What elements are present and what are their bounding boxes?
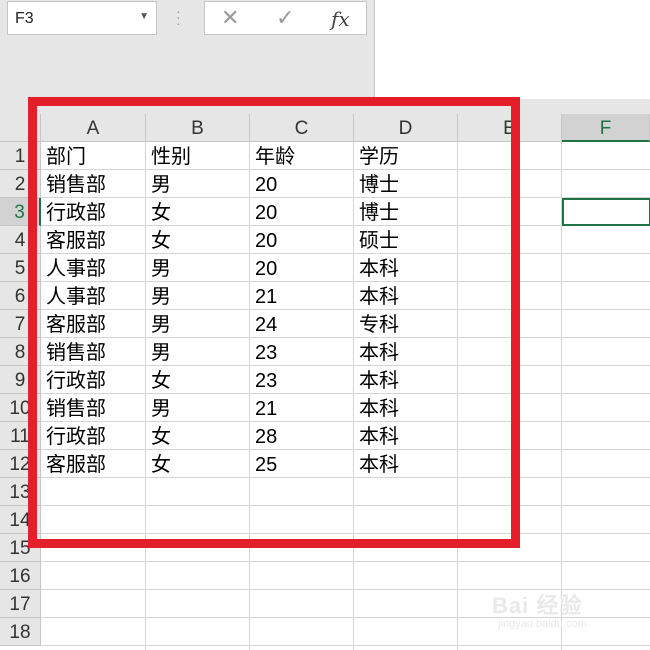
table-cell[interactable]: 20 xyxy=(250,226,354,254)
row-header-12[interactable]: 12 xyxy=(0,450,41,478)
table-cell[interactable]: 人事部 xyxy=(41,282,146,310)
cell-area[interactable]: 部门 性别 年龄 学历 销售部男 20 博士 行政部女 20 博士 客服部女 20 硕士 人事部男 20 本科… xyxy=(41,142,650,650)
enter-icon[interactable]: ✓ xyxy=(276,5,294,31)
column-header-d[interactable]: D xyxy=(354,114,458,142)
table-cell[interactable]: 客服部 xyxy=(41,310,146,338)
table-cell[interactable]: 客服部 xyxy=(41,450,146,478)
table-cell[interactable]: 本科 xyxy=(354,422,458,450)
grid-line xyxy=(41,645,650,646)
name-box-value: F3 xyxy=(15,10,34,27)
watermark-brand: Bai 经验 xyxy=(492,593,583,618)
table-cell[interactable]: 销售部 xyxy=(41,170,146,198)
table-cell[interactable]: 25 xyxy=(250,450,354,478)
column-header-f[interactable]: F xyxy=(562,114,650,142)
drag-handle-icon[interactable]: · · · xyxy=(176,4,181,30)
row-header-7[interactable]: 7 xyxy=(0,310,41,338)
watermark: Bai 经验 jingyan.baidu.com xyxy=(492,588,587,630)
row-header-3[interactable]: 3 xyxy=(0,198,41,226)
table-cell[interactable]: 本科 xyxy=(354,254,458,282)
row-header-6[interactable]: 6 xyxy=(0,282,41,310)
name-box[interactable]: F3 ▼ xyxy=(7,1,157,35)
table-cell[interactable]: 女 xyxy=(146,198,250,226)
table-cell[interactable]: 23 xyxy=(250,338,354,366)
table-cell[interactable]: 男 xyxy=(146,394,250,422)
table-cell[interactable]: 24 xyxy=(250,310,354,338)
table-cell[interactable]: 20 xyxy=(250,254,354,282)
cancel-icon[interactable]: ✕ xyxy=(221,5,239,31)
formula-buttons: ✕ ✓ fx xyxy=(204,1,367,35)
formula-bar-area: F3 ▼ · · · ✕ ✓ fx xyxy=(0,0,650,118)
select-all-button[interactable] xyxy=(0,114,41,142)
chevron-down-icon[interactable]: ▼ xyxy=(139,11,149,22)
row-header-18[interactable]: 18 xyxy=(0,618,41,646)
table-cell[interactable]: 男 xyxy=(146,310,250,338)
row-header-8[interactable]: 8 xyxy=(0,338,41,366)
table-cell[interactable]: 23 xyxy=(250,366,354,394)
row-header-5[interactable]: 5 xyxy=(0,254,41,282)
table-header-cell[interactable]: 学历 xyxy=(354,142,458,170)
insert-function-icon[interactable]: fx xyxy=(331,7,350,31)
table-cell[interactable]: 20 xyxy=(250,198,354,226)
row-header-15[interactable]: 15 xyxy=(0,534,41,562)
column-header-a[interactable]: A xyxy=(41,114,146,142)
grid-line xyxy=(41,561,650,562)
row-header-17[interactable]: 17 xyxy=(0,590,41,618)
table-cell[interactable]: 28 xyxy=(250,422,354,450)
table-header-cell[interactable]: 部门 xyxy=(41,142,146,170)
table-cell[interactable]: 硕士 xyxy=(354,226,458,254)
table-cell[interactable]: 销售部 xyxy=(41,394,146,422)
table-cell[interactable]: 博士 xyxy=(354,198,458,226)
table-cell[interactable]: 本科 xyxy=(354,338,458,366)
table-cell[interactable]: 21 xyxy=(250,394,354,422)
table-cell[interactable]: 本科 xyxy=(354,450,458,478)
spreadsheet-grid: ABCDEF 1 2 3 4 5 6 7 8 9 10 11 12 13 14 15 16 17 18 部门 性别年… xyxy=(0,114,650,650)
table-cell[interactable]: 专科 xyxy=(354,310,458,338)
row-header-9[interactable]: 9 xyxy=(0,366,41,394)
grid-line xyxy=(41,505,650,506)
table-cell[interactable]: 男 xyxy=(146,338,250,366)
row-header-14[interactable]: 14 xyxy=(0,506,41,534)
grid-line xyxy=(41,533,650,534)
select-all-icon xyxy=(27,128,37,138)
table-cell[interactable]: 本科 xyxy=(354,366,458,394)
table-cell[interactable]: 本科 xyxy=(354,282,458,310)
table-cell[interactable]: 女 xyxy=(146,366,250,394)
column-header-e[interactable]: E xyxy=(458,114,562,142)
row-header-11[interactable]: 11 xyxy=(0,422,41,450)
row-header-16[interactable]: 16 xyxy=(0,562,41,590)
table-cell[interactable]: 女 xyxy=(146,422,250,450)
table-cell[interactable]: 21 xyxy=(250,282,354,310)
table-cell[interactable]: 客服部 xyxy=(41,226,146,254)
column-header-b[interactable]: B xyxy=(146,114,250,142)
table-cell[interactable]: 行政部 xyxy=(41,198,146,226)
table-cell[interactable]: 销售部 xyxy=(41,338,146,366)
row-header-10[interactable]: 10 xyxy=(0,394,41,422)
table-header-cell[interactable]: 年龄 xyxy=(250,142,354,170)
table-cell[interactable]: 男 xyxy=(146,254,250,282)
row-header-2[interactable]: 2 xyxy=(0,170,41,198)
table-cell[interactable]: 行政部 xyxy=(41,366,146,394)
table-cell[interactable]: 男 xyxy=(146,282,250,310)
row-header-1[interactable]: 1 xyxy=(0,142,41,170)
table-header-cell[interactable]: 性别 xyxy=(146,142,250,170)
row-header-4[interactable]: 4 xyxy=(0,226,41,254)
table-cell[interactable]: 女 xyxy=(146,450,250,478)
table-cell[interactable]: 女 xyxy=(146,226,250,254)
table-cell[interactable]: 行政部 xyxy=(41,422,146,450)
row-header-13[interactable]: 13 xyxy=(0,478,41,506)
column-header-c[interactable]: C xyxy=(250,114,354,142)
formula-input[interactable] xyxy=(374,0,650,99)
table-cell[interactable]: 男 xyxy=(146,170,250,198)
watermark-url: jingyan.baidu.com xyxy=(498,618,587,630)
table-cell[interactable]: 人事部 xyxy=(41,254,146,282)
table-cell[interactable]: 本科 xyxy=(354,394,458,422)
active-cell-indicator[interactable] xyxy=(562,198,650,226)
table-cell[interactable]: 博士 xyxy=(354,170,458,198)
table-cell[interactable]: 20 xyxy=(250,170,354,198)
